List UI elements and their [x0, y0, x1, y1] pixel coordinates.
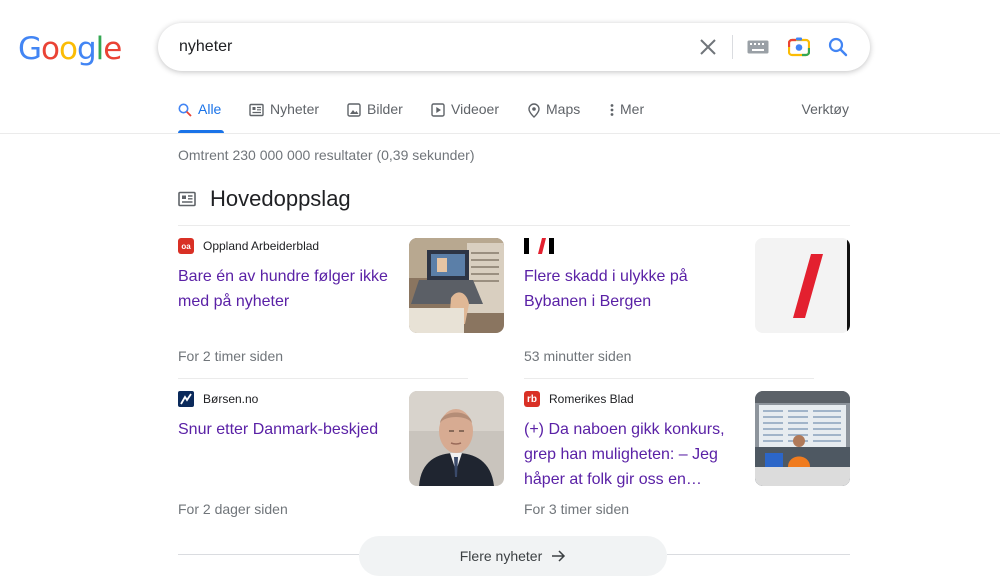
- source-name: Børsen.no: [203, 392, 259, 406]
- tab-maps[interactable]: Maps: [528, 101, 580, 133]
- news-source: oa Oppland Arbeiderblad: [178, 238, 319, 254]
- search-box[interactable]: nyheter: [158, 23, 870, 71]
- clear-icon[interactable]: [696, 35, 720, 59]
- news-icon: [178, 191, 196, 207]
- logo-letter: e: [103, 31, 122, 67]
- tab-videos[interactable]: Videoer: [431, 101, 499, 133]
- tab-label: Videoer: [451, 101, 500, 117]
- more-news-divider: [178, 554, 359, 555]
- source-logo: oa: [178, 238, 194, 254]
- tabs-divider: [0, 133, 1000, 134]
- tab-more[interactable]: Mer: [610, 101, 644, 133]
- source-name: Romerikes Blad: [549, 392, 634, 406]
- arrow-right-icon: [552, 550, 566, 562]
- news-card[interactable]: oa Oppland Arbeiderblad Bare én av hundr…: [178, 238, 504, 378]
- logo-letter: G: [18, 31, 42, 67]
- news-source: rb Romerikes Blad: [524, 391, 634, 407]
- logo-letter: g: [76, 31, 97, 67]
- news-icon: [249, 103, 264, 117]
- tab-label: Nyheter: [270, 101, 320, 117]
- news-headline[interactable]: Snur etter Danmark-beskjed: [178, 417, 388, 442]
- image-icon: [347, 103, 361, 117]
- more-news-label: Flere nyheter: [459, 548, 543, 564]
- tools-button[interactable]: Verktøy: [802, 101, 849, 117]
- google-logo[interactable]: Google: [18, 31, 122, 67]
- logo-letter: o: [59, 31, 78, 67]
- result-stats: Omtrent 230 000 000 resultater (0,39 sek…: [178, 147, 475, 163]
- news-headline[interactable]: Flere skadd i ulykke på Bybanen i Bergen: [524, 264, 734, 314]
- news-time: For 3 timer siden: [524, 501, 630, 517]
- section-divider: [178, 225, 850, 226]
- tab-all[interactable]: Alle: [178, 101, 224, 133]
- more-news-button[interactable]: Flere nyheter: [359, 536, 667, 576]
- search-input[interactable]: nyheter: [179, 38, 232, 56]
- news-source: Børsen.no: [178, 391, 258, 407]
- news-headline[interactable]: (+) Da naboen gikk konkurs, grep han mul…: [524, 417, 734, 492]
- search-icon: [178, 103, 192, 117]
- news-headline[interactable]: Bare én av hundre følger ikke med på nyh…: [178, 264, 388, 314]
- source-name: Oppland Arbeiderblad: [203, 239, 320, 253]
- news-time: For 2 dager siden: [178, 501, 288, 517]
- keyboard-icon[interactable]: [746, 35, 770, 59]
- more-vert-icon: [610, 104, 614, 116]
- search-divider: [732, 35, 733, 59]
- tab-label: Alle: [198, 101, 222, 117]
- tab-label: Bilder: [367, 101, 403, 117]
- section-title: Hovedoppslag: [210, 186, 351, 211]
- news-time: 53 minutter siden: [524, 348, 632, 364]
- search-icon[interactable]: [826, 35, 850, 59]
- news-thumbnail[interactable]: [409, 238, 504, 333]
- tab-images[interactable]: Bilder: [347, 101, 403, 133]
- source-logo: rb: [524, 391, 540, 407]
- news-card[interactable]: Børsen.no Snur etter Danmark-beskjed For…: [178, 391, 504, 531]
- news-time: For 2 timer siden: [178, 348, 284, 364]
- camera-lens-icon[interactable]: [787, 35, 811, 59]
- logo-letter: o: [41, 31, 60, 67]
- news-card[interactable]: Flere skadd i ulykke på Bybanen i Bergen…: [524, 238, 850, 378]
- tab-news[interactable]: Nyheter: [249, 101, 319, 133]
- tab-label: Maps: [546, 101, 581, 117]
- news-thumbnail[interactable]: [755, 391, 850, 486]
- row-divider: [178, 378, 468, 379]
- play-icon: [431, 103, 445, 117]
- map-pin-icon: [528, 103, 540, 118]
- news-thumbnail[interactable]: [755, 238, 850, 333]
- source-logo: [178, 391, 194, 407]
- tab-label: Mer: [620, 101, 645, 117]
- row-divider: [524, 378, 814, 379]
- source-logo: [524, 238, 554, 254]
- news-thumbnail[interactable]: [409, 391, 504, 486]
- top-stories-header: Hovedoppslag: [178, 186, 351, 212]
- more-news-divider: [667, 554, 850, 555]
- news-source: [524, 238, 554, 254]
- news-card[interactable]: rb Romerikes Blad (+) Da naboen gikk kon…: [524, 391, 850, 531]
